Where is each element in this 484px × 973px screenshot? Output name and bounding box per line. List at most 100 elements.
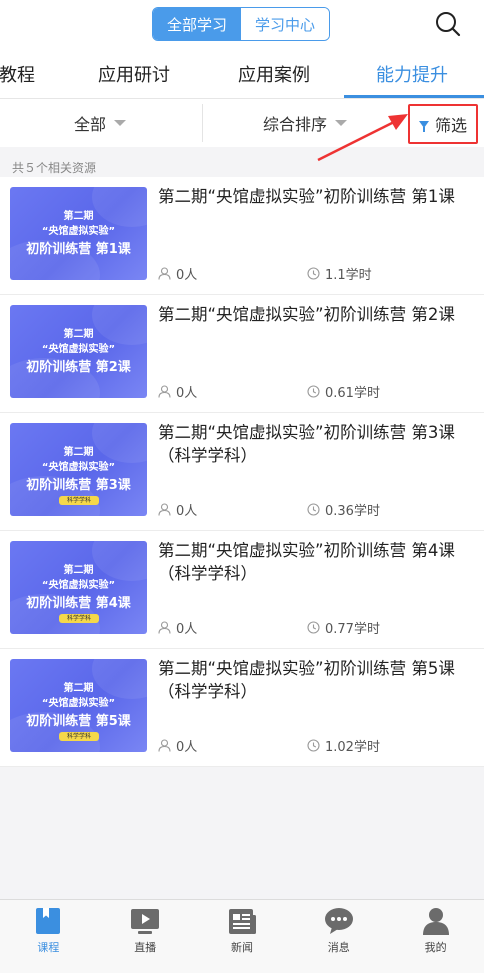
course-card[interactable]: 第二期 “央馆虚拟实验” 初阶训练营 第4课 科学学科 第二期“央馆虚拟实验”初阶训练营… (0, 531, 484, 649)
filter-all-label: 全部 (73, 115, 106, 134)
red-arrow-annotation (317, 114, 408, 162)
top-bar: 全部学习 学习中心 (0, 0, 484, 48)
clock-icon (307, 739, 320, 752)
person-icon (158, 739, 171, 752)
tabbar-item-live[interactable]: 直播 (97, 900, 194, 962)
message-icon (324, 908, 353, 934)
search-icon (436, 12, 461, 37)
thumb-line2: “央馆虚拟实验” (41, 226, 116, 237)
segment-learning-center[interactable]: 学习中心 (241, 8, 329, 40)
tabbar-label: 消息 (327, 941, 350, 954)
learner-count: 0人 (158, 736, 197, 755)
tabbar-item-messages[interactable]: 消息 (290, 900, 387, 962)
study-hours: 0.36学时 (307, 500, 380, 519)
study-hours-value: 1.02学时 (325, 740, 380, 755)
clock-icon (307, 385, 320, 398)
thumb-line3: 初阶训练营 第2课 (26, 360, 131, 375)
course-thumbnail[interactable]: 第二期 “央馆虚拟实验” 初阶训练营 第3课 科学学科 (10, 423, 147, 516)
result-count: 共５个相关资源 (12, 161, 97, 175)
thumb-line1: 第二期 (63, 329, 94, 340)
learner-count: 0人 (158, 500, 197, 519)
learner-count-value: 0人 (176, 268, 198, 283)
screen-filter-label: 筛选 (434, 116, 467, 135)
course-card[interactable]: 第二期 “央馆虚拟实验” 初阶训练营 第2课 第二期“央馆虚拟实验”初阶训练营 第2课… (0, 295, 484, 413)
thumb-subject-tag: 科学学科 (59, 732, 99, 741)
learner-count: 0人 (158, 264, 197, 283)
news-icon (228, 909, 256, 934)
thumb-line1: 第二期 (63, 683, 94, 694)
tabbar-label: 直播 (134, 941, 157, 954)
tab-ability-improvement[interactable]: 能力提升 (350, 48, 474, 99)
study-hours-value: 1.1学时 (325, 268, 372, 283)
clock-icon (307, 267, 320, 280)
thumb-line3: 初阶训练营 第3课 (26, 478, 131, 493)
course-title[interactable]: 第二期“央馆虚拟实验”初阶训练营 第2课 (158, 303, 474, 326)
thumb-line1: 第二期 (63, 565, 94, 576)
study-hours-value: 0.77学时 (325, 622, 380, 637)
chevron-down-icon (114, 120, 126, 126)
thumb-subject-tag: 科学学科 (59, 614, 99, 623)
course-list: 第二期 “央馆虚拟实验” 初阶训练营 第1课 第二期“央馆虚拟实验”初阶训练营 第1课… (0, 177, 484, 767)
thumb-line1: 第二期 (63, 211, 94, 222)
segment-all-learning[interactable]: 全部学习 (153, 8, 241, 40)
thumb-line3: 初阶训练营 第5课 (26, 714, 131, 729)
live-icon (131, 909, 160, 934)
tabbar-item-news[interactable]: 新闻 (194, 900, 291, 962)
course-thumbnail[interactable]: 第二期 “央馆虚拟实验” 初阶训练营 第2课 (10, 305, 147, 398)
course-title[interactable]: 第二期“央馆虚拟实验”初阶训练营 第5课 （科学学科） (158, 657, 474, 703)
course-thumbnail[interactable]: 第二期 “央馆虚拟实验” 初阶训练营 第4课科学学科 (10, 541, 147, 634)
thumb-line2: “央馆虚拟实验” (41, 462, 116, 473)
thumb-line2: “央馆虚拟实验” (41, 698, 116, 709)
tabbar-item-course[interactable]: 课程 (0, 900, 97, 962)
course-thumbnail[interactable]: 第二期 “央馆虚拟实验” 初阶训练营 第1课 (10, 187, 147, 280)
segment-control: 全部学习 学习中心 (152, 7, 330, 41)
course-title[interactable]: 第二期“央馆虚拟实验”初阶训练营 第3课 （科学学科） (158, 421, 474, 467)
learner-count-value: 0人 (176, 622, 198, 637)
thumb-line3: 初阶训练营 第4课 (26, 596, 131, 611)
study-hours-value: 0.36学时 (325, 504, 380, 519)
filter-all-dropdown[interactable]: 全部 (40, 99, 160, 147)
thumb-line1: 第二期 (63, 447, 94, 458)
study-hours: 0.61学时 (307, 382, 380, 401)
category-tabs: 教程 应用研讨 应用案例 能力提升 (0, 48, 484, 99)
thumb-line2: “央馆虚拟实验” (41, 344, 116, 355)
learner-count-value: 0人 (176, 504, 198, 519)
clock-icon (307, 503, 320, 516)
tab-application-cases[interactable]: 应用案例 (212, 48, 336, 99)
tabbar-label: 我的 (424, 941, 447, 954)
learner-count: 0人 (158, 618, 197, 637)
tabbar-label: 新闻 (230, 941, 253, 954)
tab-application-seminar[interactable]: 应用研讨 (72, 48, 196, 99)
tabbar-item-mine[interactable]: 我的 (387, 900, 484, 962)
study-hours: 0.77学时 (307, 618, 380, 637)
person-icon (158, 621, 171, 634)
screen-filter-button[interactable]: 筛选 (408, 104, 478, 144)
clock-icon (307, 621, 320, 634)
course-card[interactable]: 第二期 “央馆虚拟实验” 初阶训练营 第3课 科学学科 第二期“央馆虚拟实验”初阶训练营… (0, 413, 484, 531)
course-card[interactable]: 第二期 “央馆虚拟实验” 初阶训练营 第1课 第二期“央馆虚拟实验”初阶训练营 第1课… (0, 177, 484, 295)
study-hours: 1.02学时 (307, 736, 380, 755)
learner-count: 0人 (158, 382, 197, 401)
study-hours-value: 0.61学时 (325, 386, 380, 401)
person-icon (158, 267, 171, 280)
thumb-line3: 初阶训练营 第1课 (26, 242, 131, 257)
tab-tutorial[interactable]: 教程 (0, 48, 42, 99)
learner-count-value: 0人 (176, 740, 198, 755)
thumb-line2: “央馆虚拟实验” (41, 580, 116, 591)
course-title[interactable]: 第二期“央馆虚拟实验”初阶训练营 第4课 （科学学科） (158, 539, 474, 585)
search-button[interactable] (434, 10, 462, 38)
person-icon (158, 503, 171, 516)
course-card[interactable]: 第二期 “央馆虚拟实验” 初阶训练营 第5课 科学学科 第二期“央馆虚拟实验”初阶训练营… (0, 649, 484, 767)
learner-count-value: 0人 (176, 386, 198, 401)
course-thumbnail[interactable]: 第二期 “央馆虚拟实验” 初阶训练营 第5课科学学科 (10, 659, 147, 752)
book-icon (36, 908, 61, 934)
study-hours: 1.1学时 (307, 264, 372, 283)
active-tab-indicator (344, 95, 484, 98)
course-title[interactable]: 第二期“央馆虚拟实验”初阶训练营 第1课 (158, 185, 474, 208)
tabbar-label: 课程 (37, 941, 60, 954)
bottom-tab-bar: 课程 直播 新闻 消息 我的 (0, 899, 484, 973)
user-icon (422, 908, 449, 935)
funnel-icon (418, 120, 429, 132)
filter-divider (202, 104, 203, 142)
person-icon (158, 385, 171, 398)
